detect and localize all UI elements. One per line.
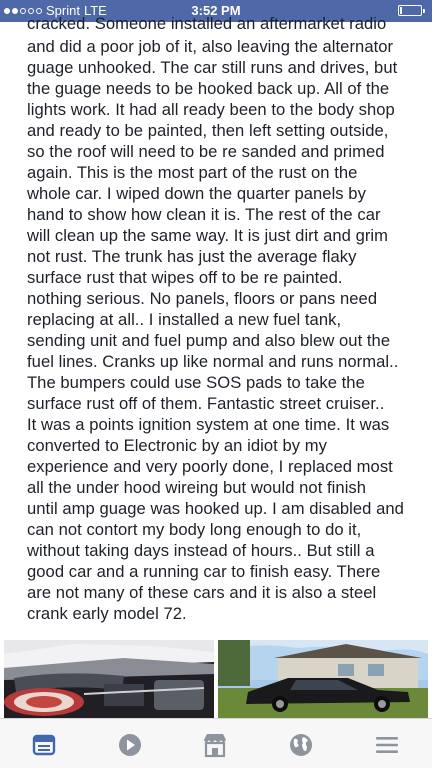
post-line: replacing at all.. I installed a new fue…	[27, 310, 342, 329]
video-icon[interactable]	[116, 731, 144, 759]
post-body: cracked. Someone installed an aftermarke…	[0, 14, 432, 624]
globe-icon[interactable]	[287, 731, 315, 759]
post-line: all the under hood wireing but would not…	[27, 478, 367, 497]
post-line: It was a points ignition system at one t…	[27, 415, 390, 434]
post-line: sending unit and fuel pump and also blew…	[27, 331, 391, 350]
post-line: and did a poor job of it, also leaving t…	[27, 37, 394, 56]
post-line: experience and very poorly done, I repla…	[27, 457, 393, 476]
post-line: hand to show how clean it is. The rest o…	[27, 205, 381, 224]
post-line: fuel lines. Cranks up like normal and ru…	[27, 352, 399, 371]
menu-icon[interactable]	[373, 731, 401, 759]
post-line: guage unhooked. The car still runs and d…	[27, 58, 398, 77]
news-feed-icon[interactable]	[30, 731, 58, 759]
post-line: so the roof will need to be re sanded an…	[27, 142, 385, 161]
post-line: until amp guage was hooked up. I am disa…	[27, 499, 404, 518]
post-line: nothing serious. No panels, floors or pa…	[27, 289, 378, 308]
bottom-tab-bar	[0, 718, 432, 768]
post-line: crank early model 72.	[27, 604, 187, 623]
photo-engine-bay[interactable]	[4, 640, 214, 718]
post-line: lights work. It had all ready been to th…	[27, 100, 395, 119]
post-line: surface rust off of them. Fantastic stre…	[27, 394, 385, 413]
post-line: surface rust that wipes off to be re pai…	[27, 268, 343, 287]
post-line: without taking days instead of hours.. B…	[27, 541, 375, 560]
post-line: converted to Electronic by an idiot by m…	[27, 436, 327, 455]
post-line: the guage needs to be hooked back up. Al…	[27, 79, 390, 98]
photo-car-side[interactable]	[218, 640, 428, 718]
post-line: can not contort my body long enough to d…	[27, 520, 362, 539]
post-line: and ready to be painted, then left setti…	[27, 121, 389, 140]
post-line: are not many of these cars and it is als…	[27, 583, 377, 602]
post-line: good car and a running car to finish eas…	[27, 562, 381, 581]
post-line: not rust. The trunk has just the average…	[27, 247, 357, 266]
post-line: whole car. I wiped down the quarter pane…	[27, 184, 366, 203]
marketplace-icon[interactable]	[201, 731, 229, 759]
post-line: again. This is the most part of the rust…	[27, 163, 358, 182]
battery-level	[400, 7, 402, 14]
post-line: will clean up the same way. It is just d…	[27, 226, 389, 245]
post-line: The bumpers could use SOS pads to take t…	[27, 373, 365, 392]
car-photo-image	[218, 640, 428, 718]
engine-bay-image	[4, 640, 214, 718]
post-line: cracked. Someone installed an aftermarke…	[27, 14, 387, 33]
